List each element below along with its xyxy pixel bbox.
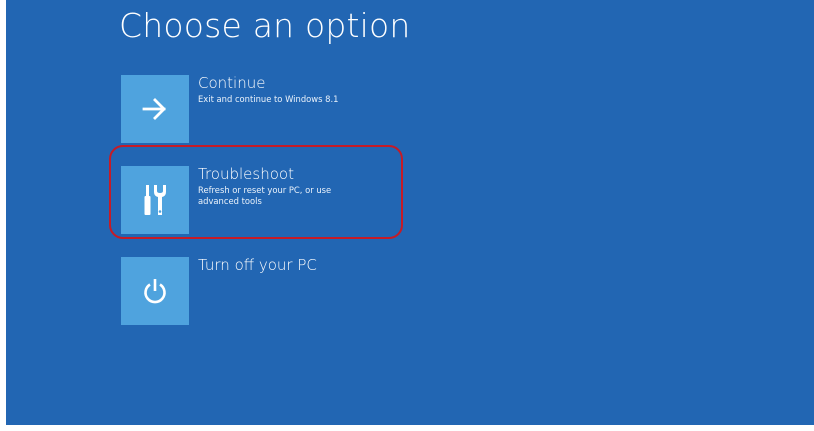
- continue-text: Continue Exit and continue to Windows 8.…: [198, 75, 413, 105]
- turn-off-title: Turn off your PC: [198, 256, 317, 274]
- continue-option[interactable]: Continue Exit and continue to Windows 8.…: [121, 75, 421, 143]
- recovery-screen: Choose an option Continue Exit and conti…: [6, 0, 814, 425]
- turn-off-option[interactable]: Turn off your PC: [121, 257, 421, 325]
- turn-off-tile[interactable]: [121, 257, 189, 325]
- arrow-right-icon: [142, 98, 166, 120]
- continue-description: Exit and continue to Windows 8.1: [198, 94, 339, 104]
- power-icon: [144, 279, 166, 304]
- troubleshoot-highlight: [109, 145, 403, 239]
- continue-tile[interactable]: [121, 75, 189, 143]
- page-title: Choose an option: [119, 6, 411, 45]
- continue-title: Continue: [198, 74, 266, 92]
- turn-off-text: Turn off your PC: [198, 257, 413, 274]
